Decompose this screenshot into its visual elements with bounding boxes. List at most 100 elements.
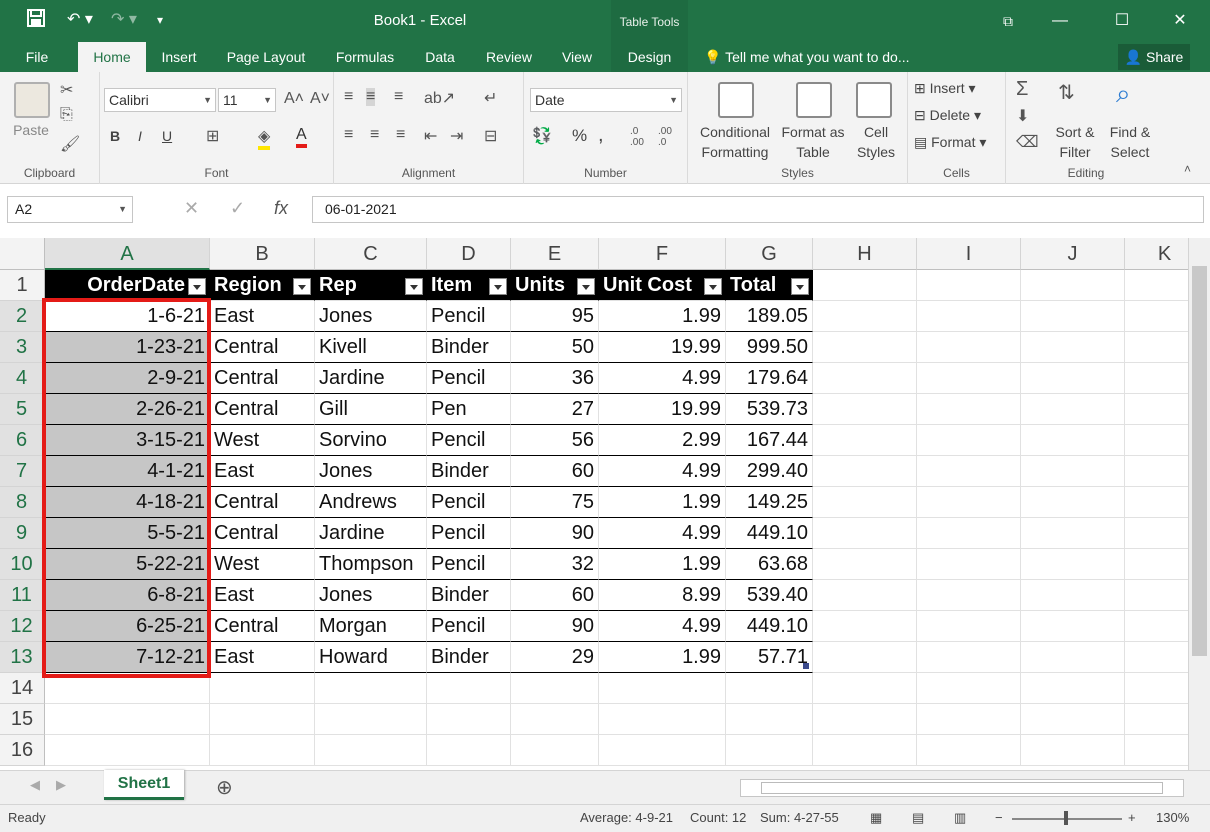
- decrease-decimal-icon[interactable]: .00.0: [658, 126, 672, 148]
- row-header-6[interactable]: 6: [0, 425, 45, 456]
- table-cell[interactable]: 4.99: [599, 456, 726, 487]
- empty-cell[interactable]: [315, 673, 427, 704]
- vertical-scroll-thumb[interactable]: [1192, 266, 1207, 656]
- row-header-4[interactable]: 4: [0, 363, 45, 394]
- empty-cell[interactable]: [1125, 704, 1188, 735]
- empty-cell[interactable]: [1125, 270, 1188, 301]
- table-cell[interactable]: Central: [210, 518, 315, 549]
- column-header-c[interactable]: C: [315, 238, 427, 270]
- empty-cell[interactable]: [813, 549, 917, 580]
- table-header-cell[interactable]: Units: [511, 270, 599, 301]
- empty-cell[interactable]: [813, 425, 917, 456]
- row-header-3[interactable]: 3: [0, 332, 45, 363]
- horizontal-scrollbar[interactable]: [740, 779, 1184, 797]
- autosum-icon[interactable]: Σ: [1016, 78, 1028, 101]
- tab-home[interactable]: Home: [78, 42, 146, 72]
- row-header-14[interactable]: 14: [0, 673, 45, 704]
- table-cell[interactable]: East: [210, 456, 315, 487]
- borders-icon[interactable]: ⊞: [206, 126, 219, 146]
- sort-filter-icon[interactable]: ⇅: [1058, 80, 1075, 105]
- filter-dropdown-icon[interactable]: [577, 278, 595, 295]
- empty-cell[interactable]: [511, 735, 599, 766]
- table-cell[interactable]: Andrews: [315, 487, 427, 518]
- table-cell[interactable]: 189.05: [726, 301, 813, 332]
- table-cell[interactable]: 1.99: [599, 549, 726, 580]
- font-color-icon[interactable]: A: [296, 126, 307, 148]
- wrap-text-icon[interactable]: ↵: [484, 88, 497, 108]
- table-cell[interactable]: Morgan: [315, 611, 427, 642]
- empty-cell[interactable]: [599, 735, 726, 766]
- tell-me-box[interactable]: 💡 Tell me what you want to do...: [704, 42, 910, 72]
- row-header-12[interactable]: 12: [0, 611, 45, 642]
- empty-cell[interactable]: [1125, 518, 1188, 549]
- row-header-7[interactable]: 7: [0, 456, 45, 487]
- zoom-slider-thumb[interactable]: [1064, 811, 1068, 825]
- empty-cell[interactable]: [1125, 456, 1188, 487]
- accounting-format-icon[interactable]: 💱: [532, 126, 552, 146]
- table-header-cell[interactable]: Unit Cost: [599, 270, 726, 301]
- align-left-icon[interactable]: ≡: [344, 126, 353, 144]
- table-cell[interactable]: 60: [511, 580, 599, 611]
- fill-icon[interactable]: ⬇: [1016, 106, 1029, 126]
- empty-cell[interactable]: [813, 735, 917, 766]
- formula-input[interactable]: 06-01-2021: [312, 196, 1204, 223]
- table-cell[interactable]: West: [210, 425, 315, 456]
- empty-cell[interactable]: [917, 549, 1021, 580]
- tab-page-layout[interactable]: Page Layout: [218, 42, 314, 72]
- empty-cell[interactable]: [45, 735, 210, 766]
- tab-insert[interactable]: Insert: [152, 42, 206, 72]
- row-header-5[interactable]: 5: [0, 394, 45, 425]
- empty-cell[interactable]: [1021, 456, 1125, 487]
- table-cell[interactable]: 167.44: [726, 425, 813, 456]
- select-all-corner[interactable]: [0, 238, 45, 270]
- collapse-ribbon-icon[interactable]: ˄: [1184, 162, 1191, 176]
- table-cell[interactable]: 179.64: [726, 363, 813, 394]
- table-cell[interactable]: Thompson: [315, 549, 427, 580]
- column-header-f[interactable]: F: [599, 238, 726, 270]
- table-cell[interactable]: 449.10: [726, 518, 813, 549]
- row-header-9[interactable]: 9: [0, 518, 45, 549]
- row-header-8[interactable]: 8: [0, 487, 45, 518]
- save-icon[interactable]: [22, 8, 50, 32]
- empty-cell[interactable]: [511, 673, 599, 704]
- empty-cell[interactable]: [813, 456, 917, 487]
- table-cell[interactable]: Binder: [427, 332, 511, 363]
- insert-function-icon[interactable]: fx: [274, 198, 288, 219]
- table-cell[interactable]: Binder: [427, 456, 511, 487]
- empty-cell[interactable]: [813, 487, 917, 518]
- column-header-d[interactable]: D: [427, 238, 511, 270]
- table-header-cell[interactable]: Item: [427, 270, 511, 301]
- cancel-icon[interactable]: ✕: [184, 198, 199, 219]
- empty-cell[interactable]: [1021, 363, 1125, 394]
- column-header-a[interactable]: A: [45, 238, 210, 270]
- row-header-1[interactable]: 1: [0, 270, 45, 301]
- bold-button[interactable]: B: [110, 128, 120, 144]
- table-cell[interactable]: Jones: [315, 301, 427, 332]
- table-cell[interactable]: 75: [511, 487, 599, 518]
- empty-cell[interactable]: [813, 270, 917, 301]
- empty-cell[interactable]: [917, 270, 1021, 301]
- empty-cell[interactable]: [511, 704, 599, 735]
- empty-cell[interactable]: [1021, 425, 1125, 456]
- table-cell[interactable]: 999.50: [726, 332, 813, 363]
- table-cell[interactable]: Central: [210, 332, 315, 363]
- table-cell[interactable]: Sorvino: [315, 425, 427, 456]
- table-cell[interactable]: Pencil: [427, 549, 511, 580]
- table-cell[interactable]: 149.25: [726, 487, 813, 518]
- empty-cell[interactable]: [813, 642, 917, 673]
- table-resize-handle[interactable]: [803, 663, 809, 669]
- fill-color-icon[interactable]: ◈: [258, 126, 271, 150]
- empty-cell[interactable]: [813, 704, 917, 735]
- copy-icon[interactable]: ⎘: [60, 106, 73, 124]
- cell-styles-button[interactable]: Cell Styles: [848, 122, 904, 162]
- horizontal-scroll-thumb[interactable]: [761, 782, 1163, 794]
- font-name-select[interactable]: Calibri ▼: [104, 88, 216, 112]
- underline-button[interactable]: U: [162, 128, 172, 144]
- worksheet-grid[interactable]: A B C D E F G H I J K 1 2 3 4 5 6 7 8 9 10 11 12 13 14 15 16 OrderD…: [0, 238, 1188, 770]
- empty-cell[interactable]: [813, 301, 917, 332]
- find-select-icon[interactable]: ⌕: [1116, 78, 1131, 110]
- table-cell[interactable]: 539.73: [726, 394, 813, 425]
- filter-dropdown-icon[interactable]: [293, 278, 311, 295]
- table-header-cell[interactable]: Region: [210, 270, 315, 301]
- number-format-select[interactable]: Date ▼: [530, 88, 682, 112]
